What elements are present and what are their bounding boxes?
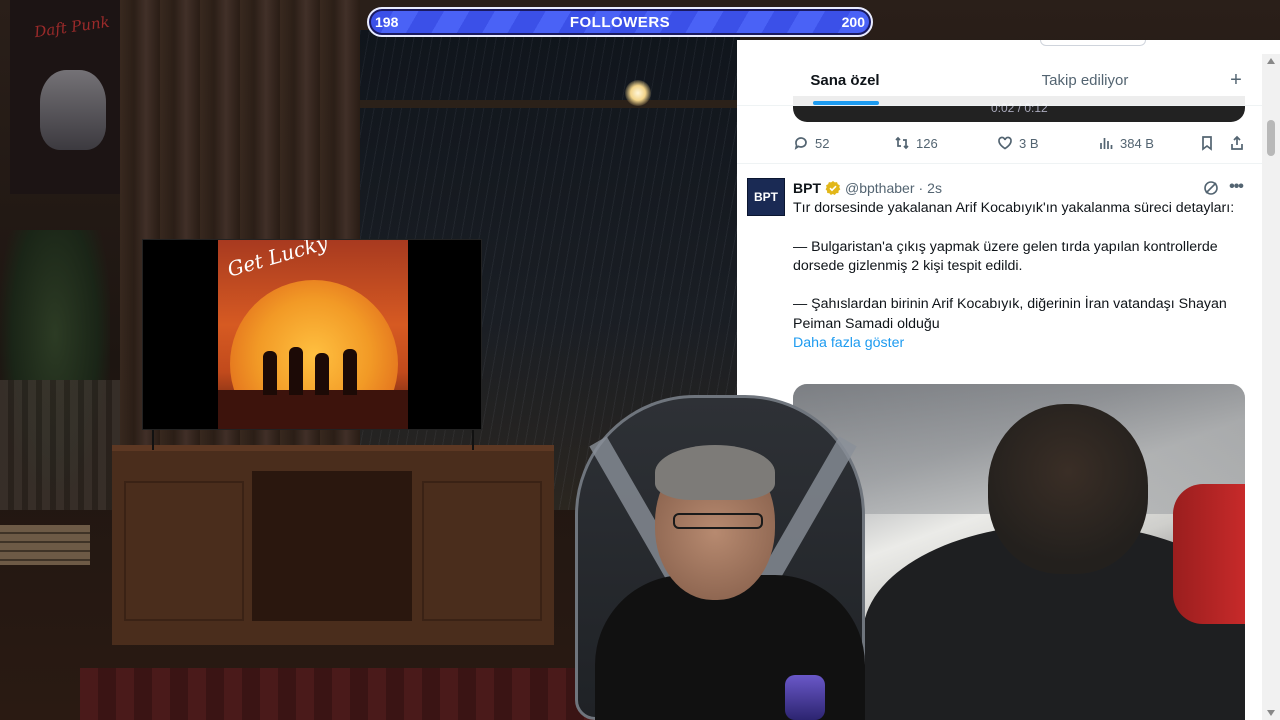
horizon xyxy=(218,390,408,429)
poster-helmet xyxy=(40,70,106,150)
like-count: 3 B xyxy=(1019,135,1039,151)
streamer-glasses xyxy=(673,513,763,529)
followers-goal-bar: 198 FOLLOWERS 200 xyxy=(367,7,873,37)
more-options-icon[interactable]: ••• xyxy=(1227,178,1245,196)
album-art: Get Lucky xyxy=(218,240,408,429)
books xyxy=(0,525,90,565)
author-handle[interactable]: @bpthaber xyxy=(845,180,914,196)
media-red-object xyxy=(1173,484,1245,624)
microphone xyxy=(785,675,825,720)
bookmark-button[interactable] xyxy=(1199,135,1215,151)
views-icon xyxy=(1100,138,1113,149)
band-silhouette xyxy=(263,335,363,395)
tab-following[interactable]: Takip ediliyor xyxy=(981,54,1189,106)
poster-text: Daft Punk xyxy=(33,12,111,42)
window-frame xyxy=(360,100,740,108)
media-person-head xyxy=(988,404,1148,574)
repost-count: 126 xyxy=(916,135,938,151)
show-more-link[interactable]: Daha fazla göster xyxy=(793,334,1253,353)
previous-tweet-actions: 52 126 3 B 384 B xyxy=(793,135,1245,155)
tab-label: Takip ediliyor xyxy=(1041,71,1129,89)
followers-goal: 200 xyxy=(841,14,865,30)
scroll-down-arrow-icon[interactable] xyxy=(1267,710,1275,716)
bookmark-icon xyxy=(1202,136,1212,151)
cabinet-shelf xyxy=(252,471,412,621)
followers-label: FOLLOWERS xyxy=(569,13,671,31)
streamer-hair xyxy=(655,445,775,500)
share-icon xyxy=(1231,135,1243,150)
tweet-line: — Bulgaristan'a çıkış yapmak üzere gelen… xyxy=(793,238,1218,274)
cabinet-door-right xyxy=(422,481,542,621)
tv-stand xyxy=(152,430,474,450)
wall-poster: Daft Punk xyxy=(10,0,122,194)
repost-icon xyxy=(895,136,909,150)
tab-label: Sana özel xyxy=(810,71,880,89)
tab-for-you[interactable]: Sana özel xyxy=(737,54,953,106)
scrollbar[interactable] xyxy=(1262,54,1280,720)
tweet-line: — Şahıslardan birinin Arif Kocabıyık, di… xyxy=(793,296,1227,332)
scrollbar-thumb[interactable] xyxy=(1267,120,1275,156)
reply-count: 52 xyxy=(815,135,830,151)
tweet-text: Tır dorsesinde yakalanan Arif Kocabıyık'… xyxy=(793,199,1253,353)
separator-dot: · xyxy=(918,180,924,196)
active-tab-indicator xyxy=(813,101,879,105)
radiator xyxy=(0,380,120,510)
views-count: 384 B xyxy=(1120,135,1154,151)
cabinet-door-left xyxy=(124,481,244,621)
timeline-tabs: Sana özel Takip ediliyor + xyxy=(737,54,1262,106)
address-pill[interactable] xyxy=(1040,40,1146,46)
tweet-line: Tır dorsesinde yakalanan Arif Kocabıyık'… xyxy=(793,200,1235,216)
add-tab-button[interactable]: + xyxy=(1224,68,1248,92)
views-button[interactable]: 384 B xyxy=(1098,135,1154,151)
author-name[interactable]: BPT xyxy=(793,180,821,196)
scroll-up-arrow-icon[interactable] xyxy=(1267,58,1275,64)
tweet-time[interactable]: 2s xyxy=(927,180,942,196)
street-light xyxy=(625,80,651,106)
like-button[interactable]: 3 B xyxy=(997,135,1039,151)
album-title: Get Lucky xyxy=(224,240,331,282)
verified-badge-icon xyxy=(825,181,841,195)
share-button[interactable] xyxy=(1229,135,1245,151)
avatar[interactable]: BPT xyxy=(747,178,785,216)
grok-icon[interactable] xyxy=(1203,180,1219,196)
tv-screen: Get Lucky xyxy=(142,239,482,430)
tweet-header: BPT @bpthaber · 2s xyxy=(793,180,942,196)
repost-button[interactable]: 126 xyxy=(894,135,938,151)
reply-icon xyxy=(794,137,807,150)
heart-icon xyxy=(998,136,1012,150)
reply-button[interactable]: 52 xyxy=(793,135,829,151)
tv-cabinet xyxy=(112,445,554,645)
webcam-overlay xyxy=(555,395,885,720)
address-strip xyxy=(737,40,1280,48)
